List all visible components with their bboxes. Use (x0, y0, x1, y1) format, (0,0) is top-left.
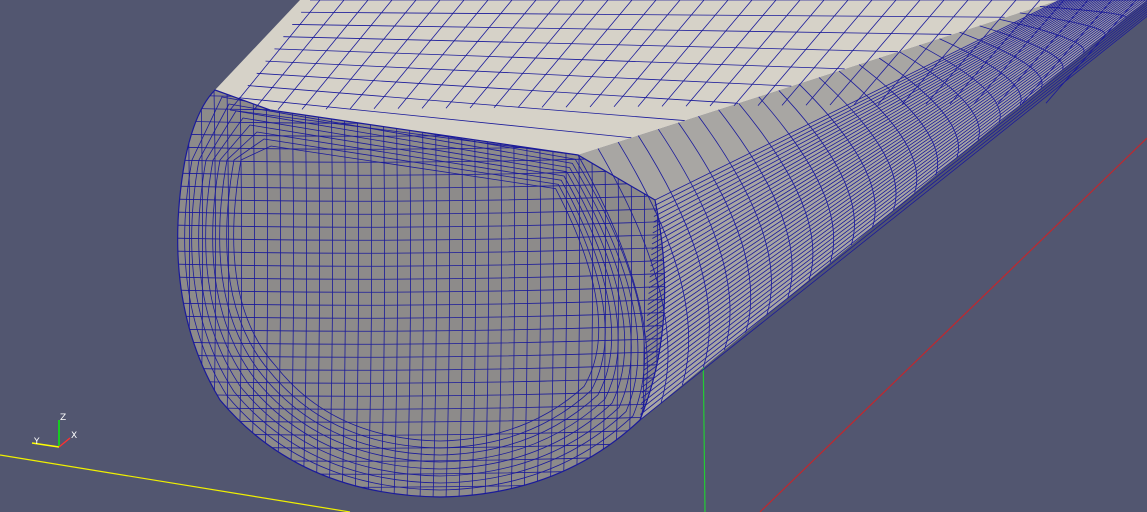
axis-y-label: Y (33, 437, 40, 447)
axis-x-label: X (71, 431, 77, 441)
axis-x-line (58, 437, 71, 448)
orientation-axes-widget: Z Y X (31, 413, 77, 448)
end-face-grid-line (173, 90, 177, 500)
mesh-scene[interactable]: Z Y X (0, 0, 1147, 512)
3d-render-viewport[interactable]: Z Y X (0, 0, 1147, 512)
axis-z-label: Z (60, 413, 66, 423)
